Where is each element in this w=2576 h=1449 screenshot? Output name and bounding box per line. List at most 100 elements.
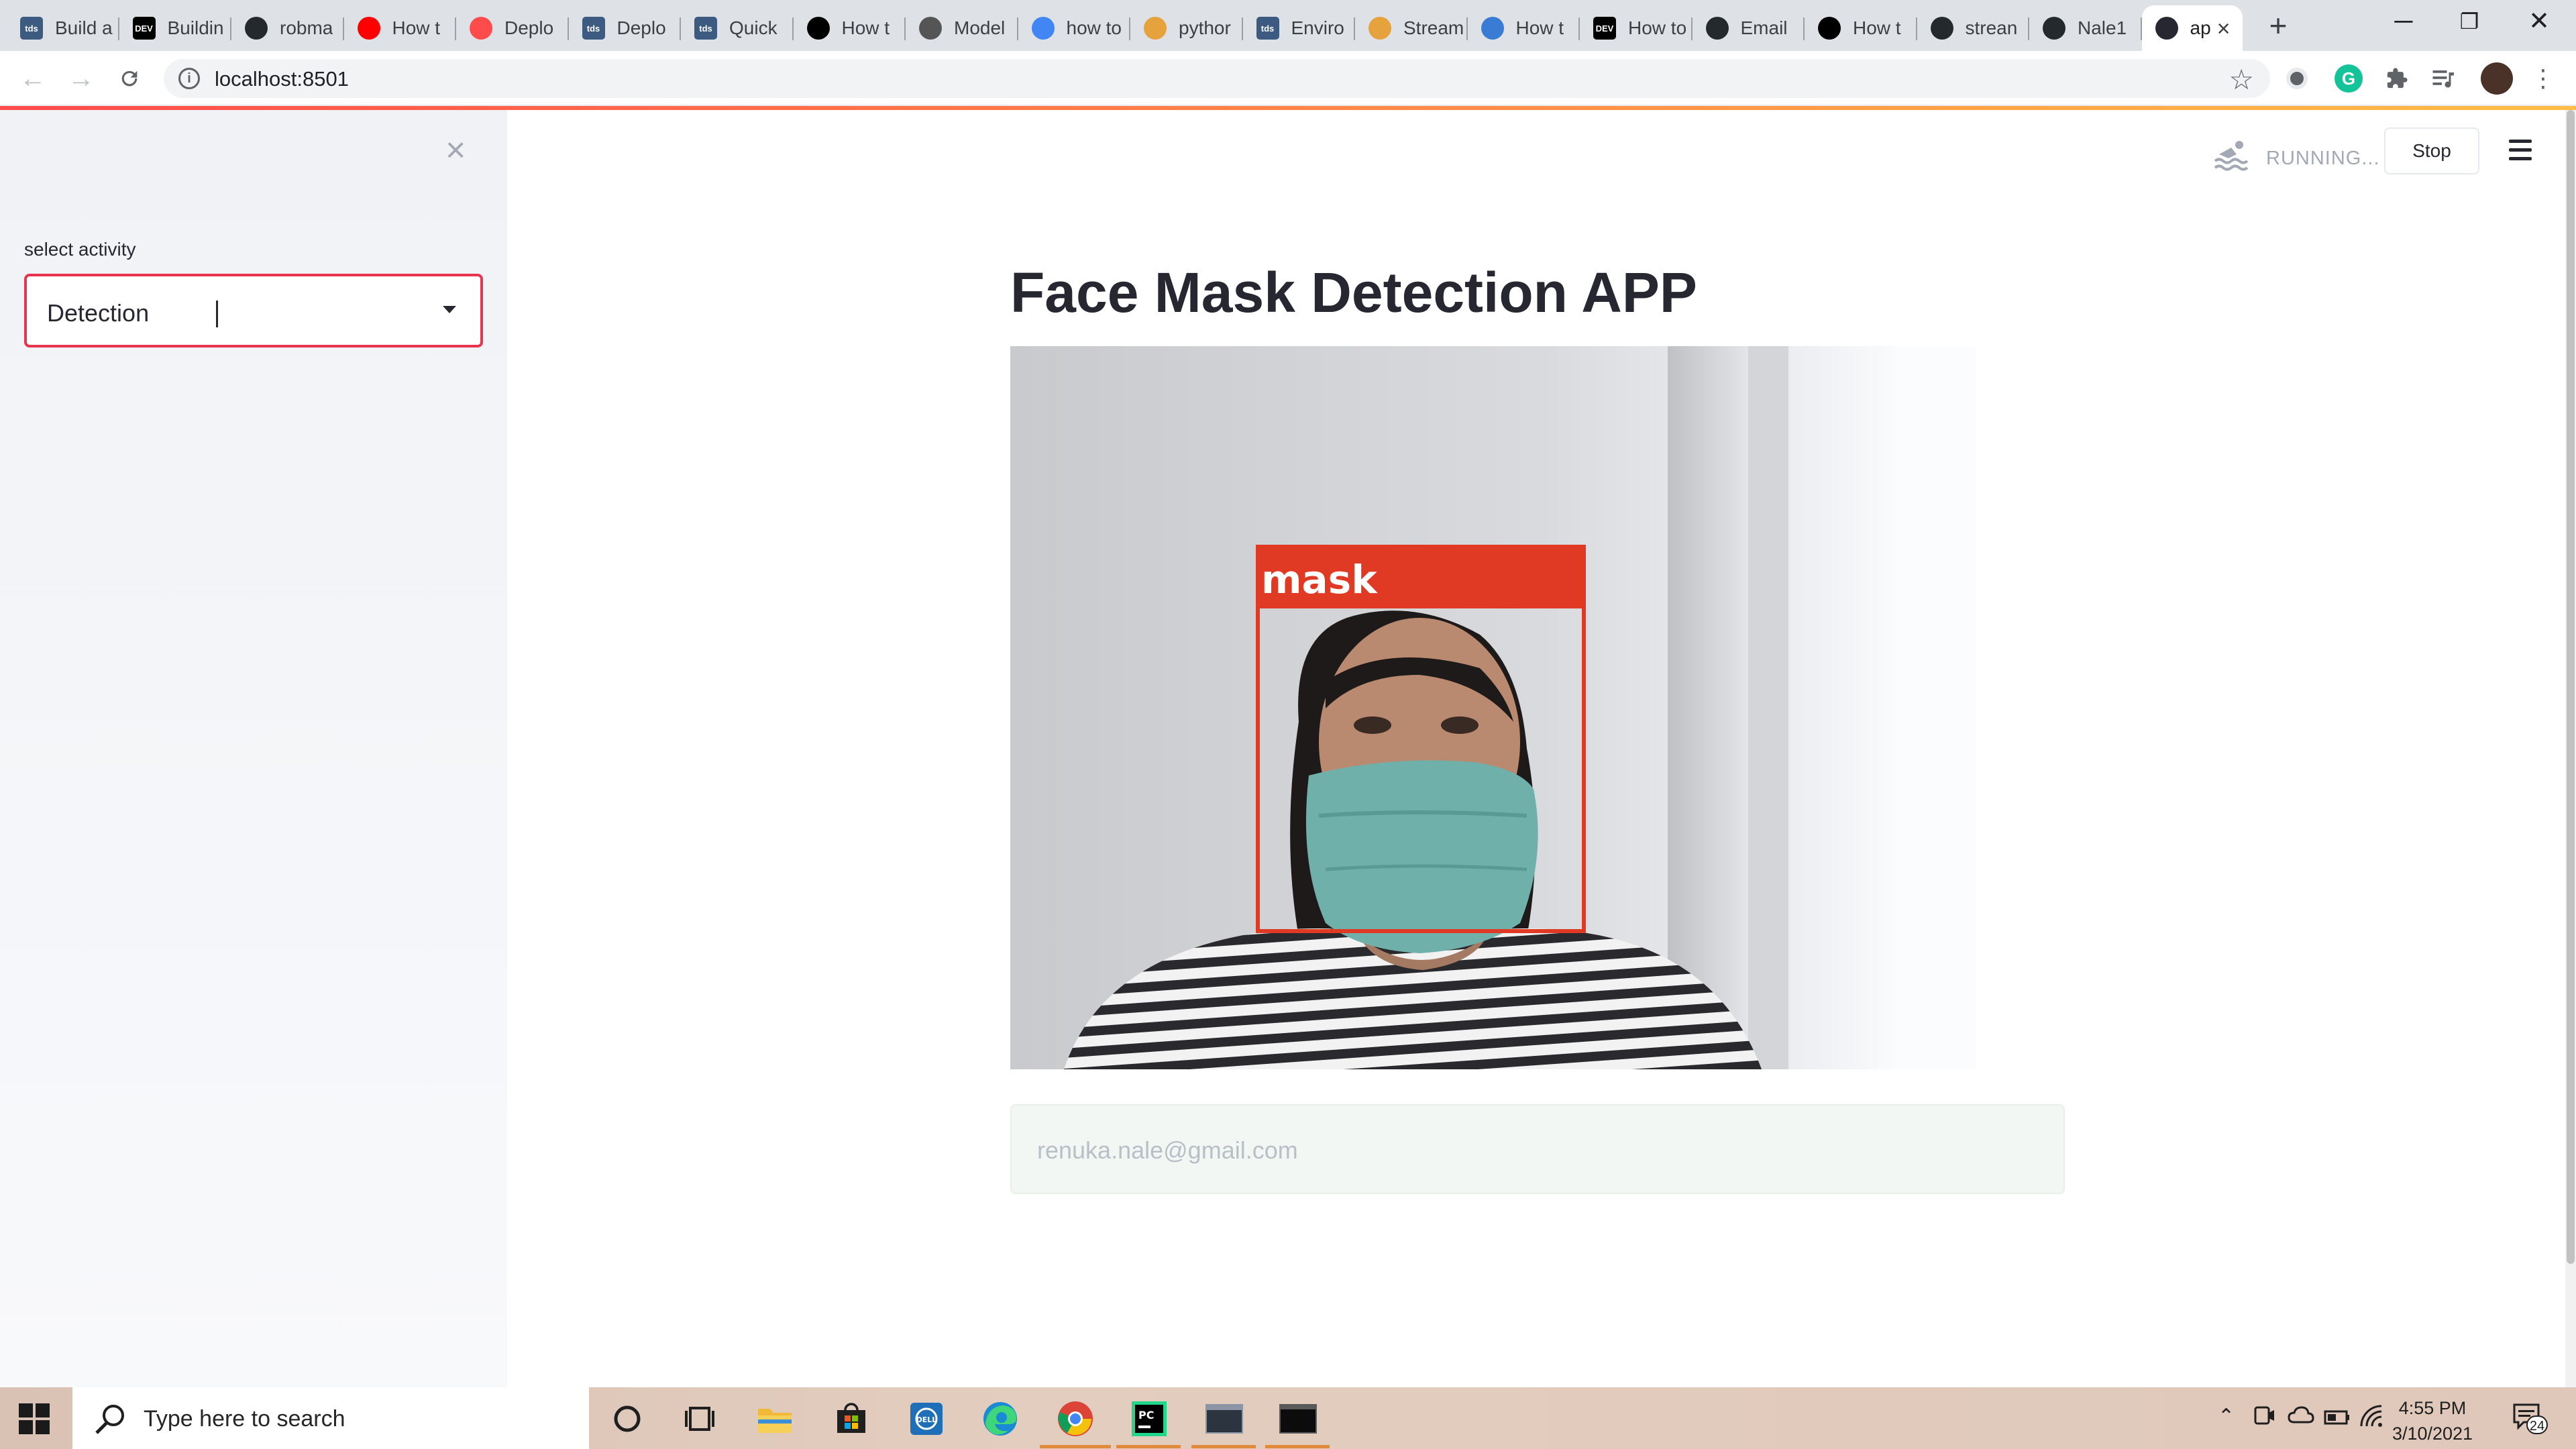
dropdown-arrow-icon[interactable]: [443, 306, 456, 313]
reload-button[interactable]: [111, 60, 148, 97]
tab-title: Quick: [729, 17, 777, 38]
edge-icon[interactable]: [979, 1398, 1021, 1440]
activity-select[interactable]: Detection: [24, 274, 483, 347]
tab-title: Email: [1740, 17, 1788, 38]
microsoft-store-icon[interactable]: [830, 1398, 872, 1440]
new-tab-button[interactable]: +: [2258, 5, 2298, 46]
restore-button[interactable]: ❐: [2432, 0, 2506, 46]
browser-tab[interactable]: Nale1: [2029, 5, 2142, 51]
browser-tab[interactable]: how to: [1018, 5, 1130, 51]
cortana-icon[interactable]: [606, 1398, 648, 1440]
browser-tab[interactable]: tds Quick: [681, 5, 794, 51]
show-hidden-icons-chevron-icon[interactable]: ⌃: [2218, 1405, 2235, 1428]
reload-icon: [121, 70, 138, 87]
tab-title: ap: [2190, 17, 2211, 38]
email-text-area: renuka.nale@gmail.com: [1010, 1104, 2065, 1194]
page-title: Face Mask Detection APP: [1010, 261, 1697, 324]
browser-tab[interactable]: Email: [1693, 5, 1805, 51]
pycharm-icon[interactable]: PC: [1128, 1398, 1170, 1440]
taskbar-search-box[interactable]: Type here to search: [72, 1387, 589, 1449]
notification-center-icon[interactable]: 24: [2512, 1402, 2548, 1434]
tab-title: Deplo: [504, 17, 554, 38]
browser-tab[interactable]: strean: [1917, 5, 2029, 51]
browser-tab[interactable]: Stream: [1355, 5, 1468, 51]
browser-tab[interactable]: pythor: [1130, 5, 1243, 51]
tab-favicon-icon: [1144, 17, 1167, 40]
chrome-icon[interactable]: [1055, 1398, 1096, 1440]
email-text: renuka.nale@gmail.com: [1037, 1136, 1298, 1164]
url-text[interactable]: localhost:8501: [215, 67, 349, 91]
task-view-icon[interactable]: [679, 1398, 720, 1440]
meet-now-icon[interactable]: [2253, 1403, 2275, 1434]
clock-date: 3/10/2021: [2392, 1424, 2473, 1444]
windows-taskbar: Type here to search DELL PC ⌃ 4:55 PM 3/…: [0, 1387, 2576, 1449]
back-button[interactable]: ←: [15, 60, 51, 97]
profile-avatar[interactable]: [2481, 62, 2513, 95]
page-scrollbar[interactable]: [2565, 110, 2576, 1387]
scrollbar-thumb[interactable]: [2567, 110, 2575, 1264]
browser-tab[interactable]: Deplo: [456, 5, 569, 51]
tab-title: How t: [1515, 17, 1564, 38]
browser-tab[interactable]: ap ×: [2141, 5, 2243, 51]
browser-toolbar: ← → i localhost:8501 ☆ G ⋮: [0, 51, 2576, 106]
battery-icon[interactable]: [2324, 1406, 2351, 1432]
command-prompt-icon[interactable]: [1277, 1398, 1319, 1440]
cmd-active-indicator: [1265, 1445, 1330, 1448]
browser-tab[interactable]: How t: [794, 5, 906, 51]
browser-tab[interactable]: DEV How to: [1580, 5, 1693, 51]
browser-tab[interactable]: How t: [1468, 5, 1580, 51]
text-cursor: [216, 301, 218, 327]
wifi-icon[interactable]: [2359, 1403, 2384, 1435]
taskbar-clock[interactable]: 4:55 PM 3/10/2021: [2385, 1395, 2479, 1446]
running-status-text: RUNNING...: [2266, 148, 2380, 169]
browser-tab[interactable]: robma: [231, 5, 344, 51]
tab-favicon-icon: [1818, 17, 1841, 40]
browser-tab[interactable]: tds Build a: [7, 5, 119, 51]
tab-title: How to: [1628, 17, 1687, 38]
browser-tab[interactable]: DEV Buildin: [119, 5, 231, 51]
tab-title: How t: [1853, 17, 1901, 38]
onedrive-cloud-icon[interactable]: [2288, 1405, 2314, 1431]
minimize-button[interactable]: ─: [2367, 0, 2440, 46]
extension-circle-icon[interactable]: [2286, 68, 2308, 89]
webcam-frame: mask: [1010, 346, 1976, 1069]
grammarly-icon[interactable]: G: [2334, 64, 2363, 93]
browser-tab[interactable]: tds Deplo: [569, 5, 681, 51]
address-bar[interactable]: i localhost:8501 ☆: [164, 59, 2270, 98]
tab-title: Nale1: [2078, 17, 2127, 38]
browser-tab-strip: tds Build a DEV Buildin robma How t Deplo tds De…: [0, 0, 2576, 51]
media-queue-icon[interactable]: [2430, 64, 2458, 93]
tab-title: Build a: [55, 17, 113, 38]
site-info-icon[interactable]: i: [178, 68, 200, 89]
browser-menu-icon[interactable]: ⋮: [2529, 64, 2557, 93]
tab-favicon-icon: tds: [582, 17, 605, 40]
tab-title: robma: [280, 17, 333, 38]
pycharm-active-indicator: [1116, 1445, 1181, 1448]
select-activity-label: select activity: [24, 239, 136, 260]
extensions-puzzle-icon[interactable]: [2383, 64, 2411, 93]
tab-favicon-icon: tds: [20, 17, 43, 40]
tab-favicon-icon: [470, 17, 492, 40]
tab-favicon-icon: DEV: [1593, 17, 1616, 40]
browser-tab[interactable]: Model: [906, 5, 1018, 51]
tab-favicon-icon: [1031, 17, 1055, 40]
tab-close-icon[interactable]: ×: [2217, 16, 2231, 42]
hamburger-menu-icon[interactable]: [2509, 140, 2532, 161]
tab-favicon-icon: DEV: [132, 17, 156, 40]
tab-favicon-icon: [2155, 17, 2178, 40]
tab-favicon-icon: [1481, 17, 1504, 40]
tab-title: Model: [954, 17, 1006, 38]
close-window-button[interactable]: ✕: [2502, 0, 2576, 46]
windows-start-icon[interactable]: [19, 1403, 50, 1434]
bookmark-star-icon[interactable]: ☆: [2229, 63, 2254, 96]
browser-tab[interactable]: tds Enviro: [1243, 5, 1355, 51]
tab-favicon-icon: [1705, 17, 1729, 40]
browser-tab[interactable]: How t: [344, 5, 456, 51]
dell-icon[interactable]: DELL: [906, 1398, 947, 1440]
terminal-icon[interactable]: [1203, 1398, 1245, 1440]
browser-tab[interactable]: How t: [1805, 5, 1917, 51]
sidebar-close-button[interactable]: ×: [445, 130, 466, 170]
stop-button[interactable]: Stop: [2384, 127, 2479, 174]
forward-button[interactable]: →: [63, 60, 99, 97]
file-explorer-icon[interactable]: [754, 1398, 796, 1440]
